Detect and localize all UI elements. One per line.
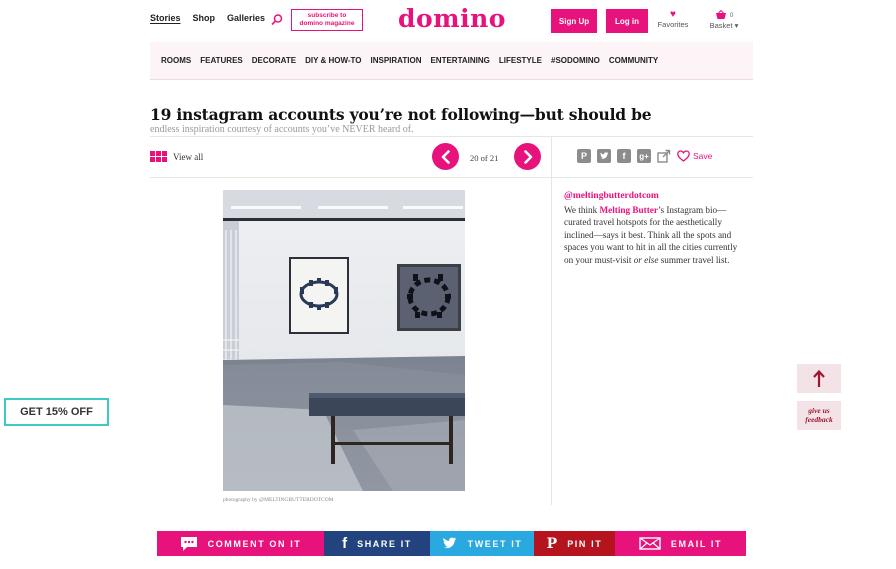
divider [150,177,753,178]
discount-promo-button[interactable]: GET 15% OFF [4,398,109,426]
photo-credit: photography by @MELTINGBUTTERDOTCOM [223,497,334,503]
basket-count: 0 [729,11,734,19]
slide-photo[interactable] [223,190,465,491]
category-nav: ROOMS FEATURES DECORATE DIY & HOW-TO INS… [150,42,753,80]
cat-community[interactable]: COMMUNITY [609,56,658,65]
next-slide-button[interactable] [514,143,541,170]
favorites-link[interactable]: ♥ Favorites [652,9,694,29]
share-toolbar: P f g+ Save [577,149,712,163]
cat-rooms[interactable]: ROOMS [161,56,191,65]
tweet-button[interactable]: TWEET IT [430,531,534,556]
search-icon[interactable] [270,13,284,27]
save-button[interactable]: Save [677,150,712,162]
caption-text: summer travel list. [658,254,730,265]
cat-lifestyle[interactable]: LIFESTYLE [499,56,542,65]
tweet-label: TWEET IT [467,538,523,549]
comment-button[interactable]: COMMENT ON IT [157,531,324,556]
caption-emphasis: or else [633,254,659,265]
basket-label: Basket ▾ [709,21,739,30]
signup-button[interactable]: Sign Up [551,9,597,33]
facebook-icon[interactable]: f [617,149,631,163]
email-button[interactable]: EMAIL IT [615,531,746,556]
heart-outline-icon [677,150,690,162]
subscribe-button[interactable]: subscribe to domino magazine [291,9,363,31]
facebook-share-button[interactable]: f SHARE IT [324,531,430,556]
share-label: SHARE IT [357,538,412,549]
save-label: Save [693,151,713,161]
subscribe-line-2: domino magazine [299,20,355,27]
twitter-icon[interactable] [597,149,611,163]
chevron-left-icon [441,149,450,164]
heart-icon: ♥ [670,9,676,20]
view-all-button[interactable]: View all [150,151,203,162]
pin-label: PIN IT [567,538,603,549]
comment-icon [180,536,197,551]
divider [150,136,753,137]
article-title: 19 instagram accounts you’re not followi… [150,105,652,124]
pin-button[interactable]: P PIN IT [534,531,615,556]
nav-galleries[interactable]: Galleries [227,13,265,23]
primary-nav: Stories Shop Galleries [150,13,265,23]
share-arrow-icon[interactable] [657,149,671,163]
favorites-label: Favorites [657,20,689,29]
share-bar: COMMENT ON IT f SHARE IT TWEET IT P PIN … [157,531,746,556]
nav-stories[interactable]: Stories [150,13,181,23]
chevron-right-icon [523,149,532,164]
caption-text: We think [564,205,600,215]
google-plus-icon[interactable]: g+ [637,149,651,163]
login-button[interactable]: Log in [606,9,648,33]
instagram-handle[interactable]: @meltingbutterdotcom [564,191,659,201]
cat-decorate[interactable]: DECORATE [252,56,296,65]
site-logo[interactable]: domino [398,4,506,33]
grid-icon [150,151,167,162]
facebook-icon: f [342,535,348,552]
view-all-label: View all [173,151,204,162]
cat-inspiration[interactable]: INSPIRATION [371,56,422,65]
cat-features[interactable]: FEATURES [200,56,243,65]
article-subtitle: endless inspiration courtesy of accounts… [150,124,414,135]
cat-sodomino[interactable]: #SODOMINO [551,56,600,65]
column-divider [551,136,552,505]
subscribe-line-1: subscribe to [307,12,347,19]
twitter-bird-icon [442,537,457,549]
caption-link[interactable]: Melting Butter [600,205,658,215]
feedback-line-1: give us [808,406,830,415]
slide-counter: 20 of 21 [470,153,499,163]
basket-link[interactable]: 0 Basket ▾ [702,9,746,30]
cat-entertaining[interactable]: ENTERTAINING [430,56,489,65]
slide-caption: We think Melting Butter’s Instagram bio—… [564,204,744,266]
arrow-up-icon [813,369,825,387]
nav-shop[interactable]: Shop [193,13,216,23]
feedback-button[interactable]: give us feedback [797,401,841,430]
previous-slide-button[interactable] [432,143,459,170]
comment-label: COMMENT ON IT [207,538,302,549]
envelope-icon [639,537,661,550]
email-label: EMAIL IT [670,538,723,549]
feedback-line-2: feedback [805,415,833,424]
back-to-top-button[interactable] [797,364,841,393]
basket-icon [715,10,726,19]
pinterest-icon: P [546,535,558,552]
pinterest-icon[interactable]: P [577,149,591,163]
cat-diy-how-to[interactable]: DIY & HOW-TO [305,56,361,65]
